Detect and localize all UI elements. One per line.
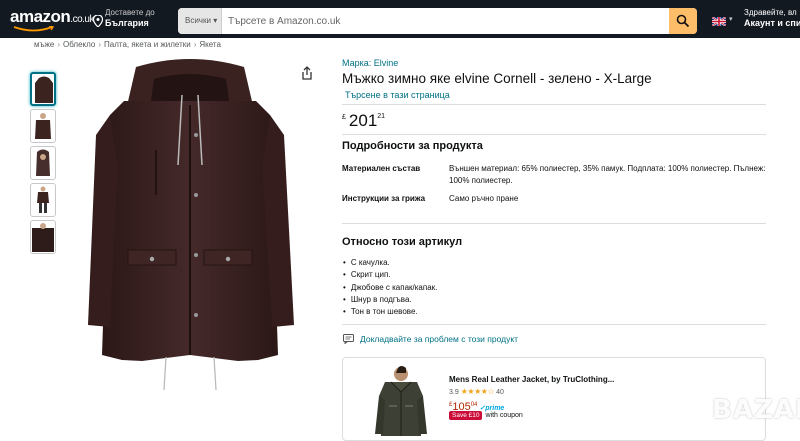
list-item: Шнур в подгъва. bbox=[343, 294, 437, 306]
divider bbox=[342, 324, 766, 325]
jacket-model-thumbnail[interactable] bbox=[30, 109, 56, 143]
deliver-label: Доставете до bbox=[105, 8, 155, 17]
coupon-text: with coupon bbox=[485, 412, 523, 419]
breadcrumb-item[interactable]: мъже bbox=[34, 40, 54, 49]
breadcrumb-separator-icon: › bbox=[193, 40, 197, 49]
breadcrumb: мъже › Облекло › Палта, якета и жилетки › Якет… bbox=[34, 40, 221, 49]
details-heading: Подробности за продукта bbox=[342, 140, 483, 152]
share-icon[interactable] bbox=[300, 66, 314, 80]
spec-label-care: Инструкции за грижа bbox=[342, 194, 426, 203]
caret-down-icon: ▾ bbox=[213, 16, 218, 25]
coupon[interactable]: Save £10 with coupon bbox=[449, 411, 523, 420]
report-problem-label: Докладвайте за проблем с този продукт bbox=[360, 334, 519, 344]
search-department-select[interactable]: Всички ▾ bbox=[178, 8, 222, 34]
jacket-fullbody-thumbnail[interactable] bbox=[30, 183, 56, 217]
spec-value-care: Само ръчно пране bbox=[449, 194, 519, 203]
jacket-front-thumbnail[interactable] bbox=[30, 72, 56, 106]
price-fraction: 21 bbox=[377, 113, 386, 120]
sponsored-product-title[interactable]: Mens Real Leather Jacket, by TruClothing… bbox=[449, 375, 614, 384]
list-item: Скрит цип. bbox=[343, 269, 437, 281]
account-greeting: Здравейте, вл bbox=[744, 8, 797, 17]
image-thumbnails bbox=[30, 72, 58, 257]
search-department-label: Всички bbox=[185, 16, 211, 25]
location-pin-icon bbox=[93, 15, 103, 27]
product-main-image[interactable] bbox=[58, 55, 323, 400]
star-rating-icon: ★★★★☆ bbox=[460, 387, 495, 396]
jacket-detail-thumbnail[interactable] bbox=[30, 220, 56, 254]
sponsored-product-card[interactable]: Mens Real Leather Jacket, by TruClothing… bbox=[342, 357, 766, 441]
list-item: С качулка. bbox=[343, 257, 437, 269]
search-bar: Всички ▾ bbox=[178, 8, 697, 34]
spec-value-material: Външен материал: 65% полиестер, 35% паму… bbox=[449, 164, 766, 185]
logo-tld: .co.uk bbox=[70, 14, 94, 25]
language-caret-icon: ▾ bbox=[729, 16, 733, 23]
about-bullets: С качулка. Скрит цип. Джобове с капак/ка… bbox=[343, 257, 438, 318]
breadcrumb-item[interactable]: Палта, якета и жилетки bbox=[104, 40, 191, 49]
price-fraction: 04 bbox=[470, 402, 478, 408]
search-input[interactable] bbox=[222, 8, 647, 34]
logo-smile-icon bbox=[13, 26, 55, 32]
price-whole: 201 bbox=[348, 111, 378, 130]
coupon-badge: Save £10 bbox=[449, 411, 483, 420]
amazon-logo[interactable]: amazon.co.uk bbox=[10, 7, 94, 27]
search-icon bbox=[676, 14, 690, 28]
divider bbox=[342, 223, 766, 224]
account-menu[interactable]: Здравейте, вл Акаунт и спи bbox=[744, 8, 800, 28]
top-nav-bar: amazon.co.uk Доставете до България Всичк… bbox=[0, 0, 800, 38]
search-this-page-link[interactable]: Търсене в тази страница bbox=[345, 90, 450, 100]
sponsored-product-rating[interactable]: 3.9 ★★★★☆ 40 bbox=[449, 387, 504, 396]
breadcrumb-item[interactable]: Якета bbox=[199, 40, 221, 49]
product-title: Мъжко зимно яке elvine Cornell - зелено … bbox=[342, 71, 652, 86]
price-currency: £ bbox=[342, 114, 346, 121]
deliver-country: България bbox=[105, 18, 149, 28]
divider bbox=[342, 134, 766, 135]
report-problem-link[interactable]: Докладвайте за проблем с този продукт bbox=[343, 334, 518, 344]
account-lists-label: Акаунт и спи bbox=[744, 18, 800, 28]
spec-label-material: Материален състав bbox=[342, 164, 421, 173]
jacket-hood-thumbnail[interactable] bbox=[30, 146, 56, 180]
prime-badge: ✓prime bbox=[479, 405, 505, 412]
brand-link[interactable]: Марка: Elvine bbox=[342, 58, 398, 68]
review-count: 40 bbox=[496, 389, 504, 396]
list-item: Тон в тон шевове. bbox=[343, 306, 437, 318]
product-price: £20121 bbox=[342, 111, 385, 131]
uk-flag-icon[interactable] bbox=[712, 17, 726, 26]
breadcrumb-separator-icon: › bbox=[57, 40, 60, 49]
list-item: Джобове с капак/капак. bbox=[343, 282, 438, 294]
price-currency: £ bbox=[449, 402, 453, 408]
search-button[interactable] bbox=[669, 8, 697, 34]
watermark-logo: BAZAR bbox=[712, 395, 800, 425]
logo-text: amazon bbox=[10, 7, 71, 26]
divider bbox=[342, 104, 766, 105]
breadcrumb-separator-icon: › bbox=[98, 40, 102, 49]
about-heading: Относно този артикул bbox=[342, 236, 463, 248]
rating-value: 3.9 bbox=[449, 389, 459, 396]
breadcrumb-item[interactable]: Облекло bbox=[63, 40, 95, 49]
report-chat-icon bbox=[343, 334, 354, 344]
deliver-to[interactable]: Доставете до България bbox=[93, 8, 155, 28]
sponsored-product-image[interactable] bbox=[373, 364, 429, 440]
